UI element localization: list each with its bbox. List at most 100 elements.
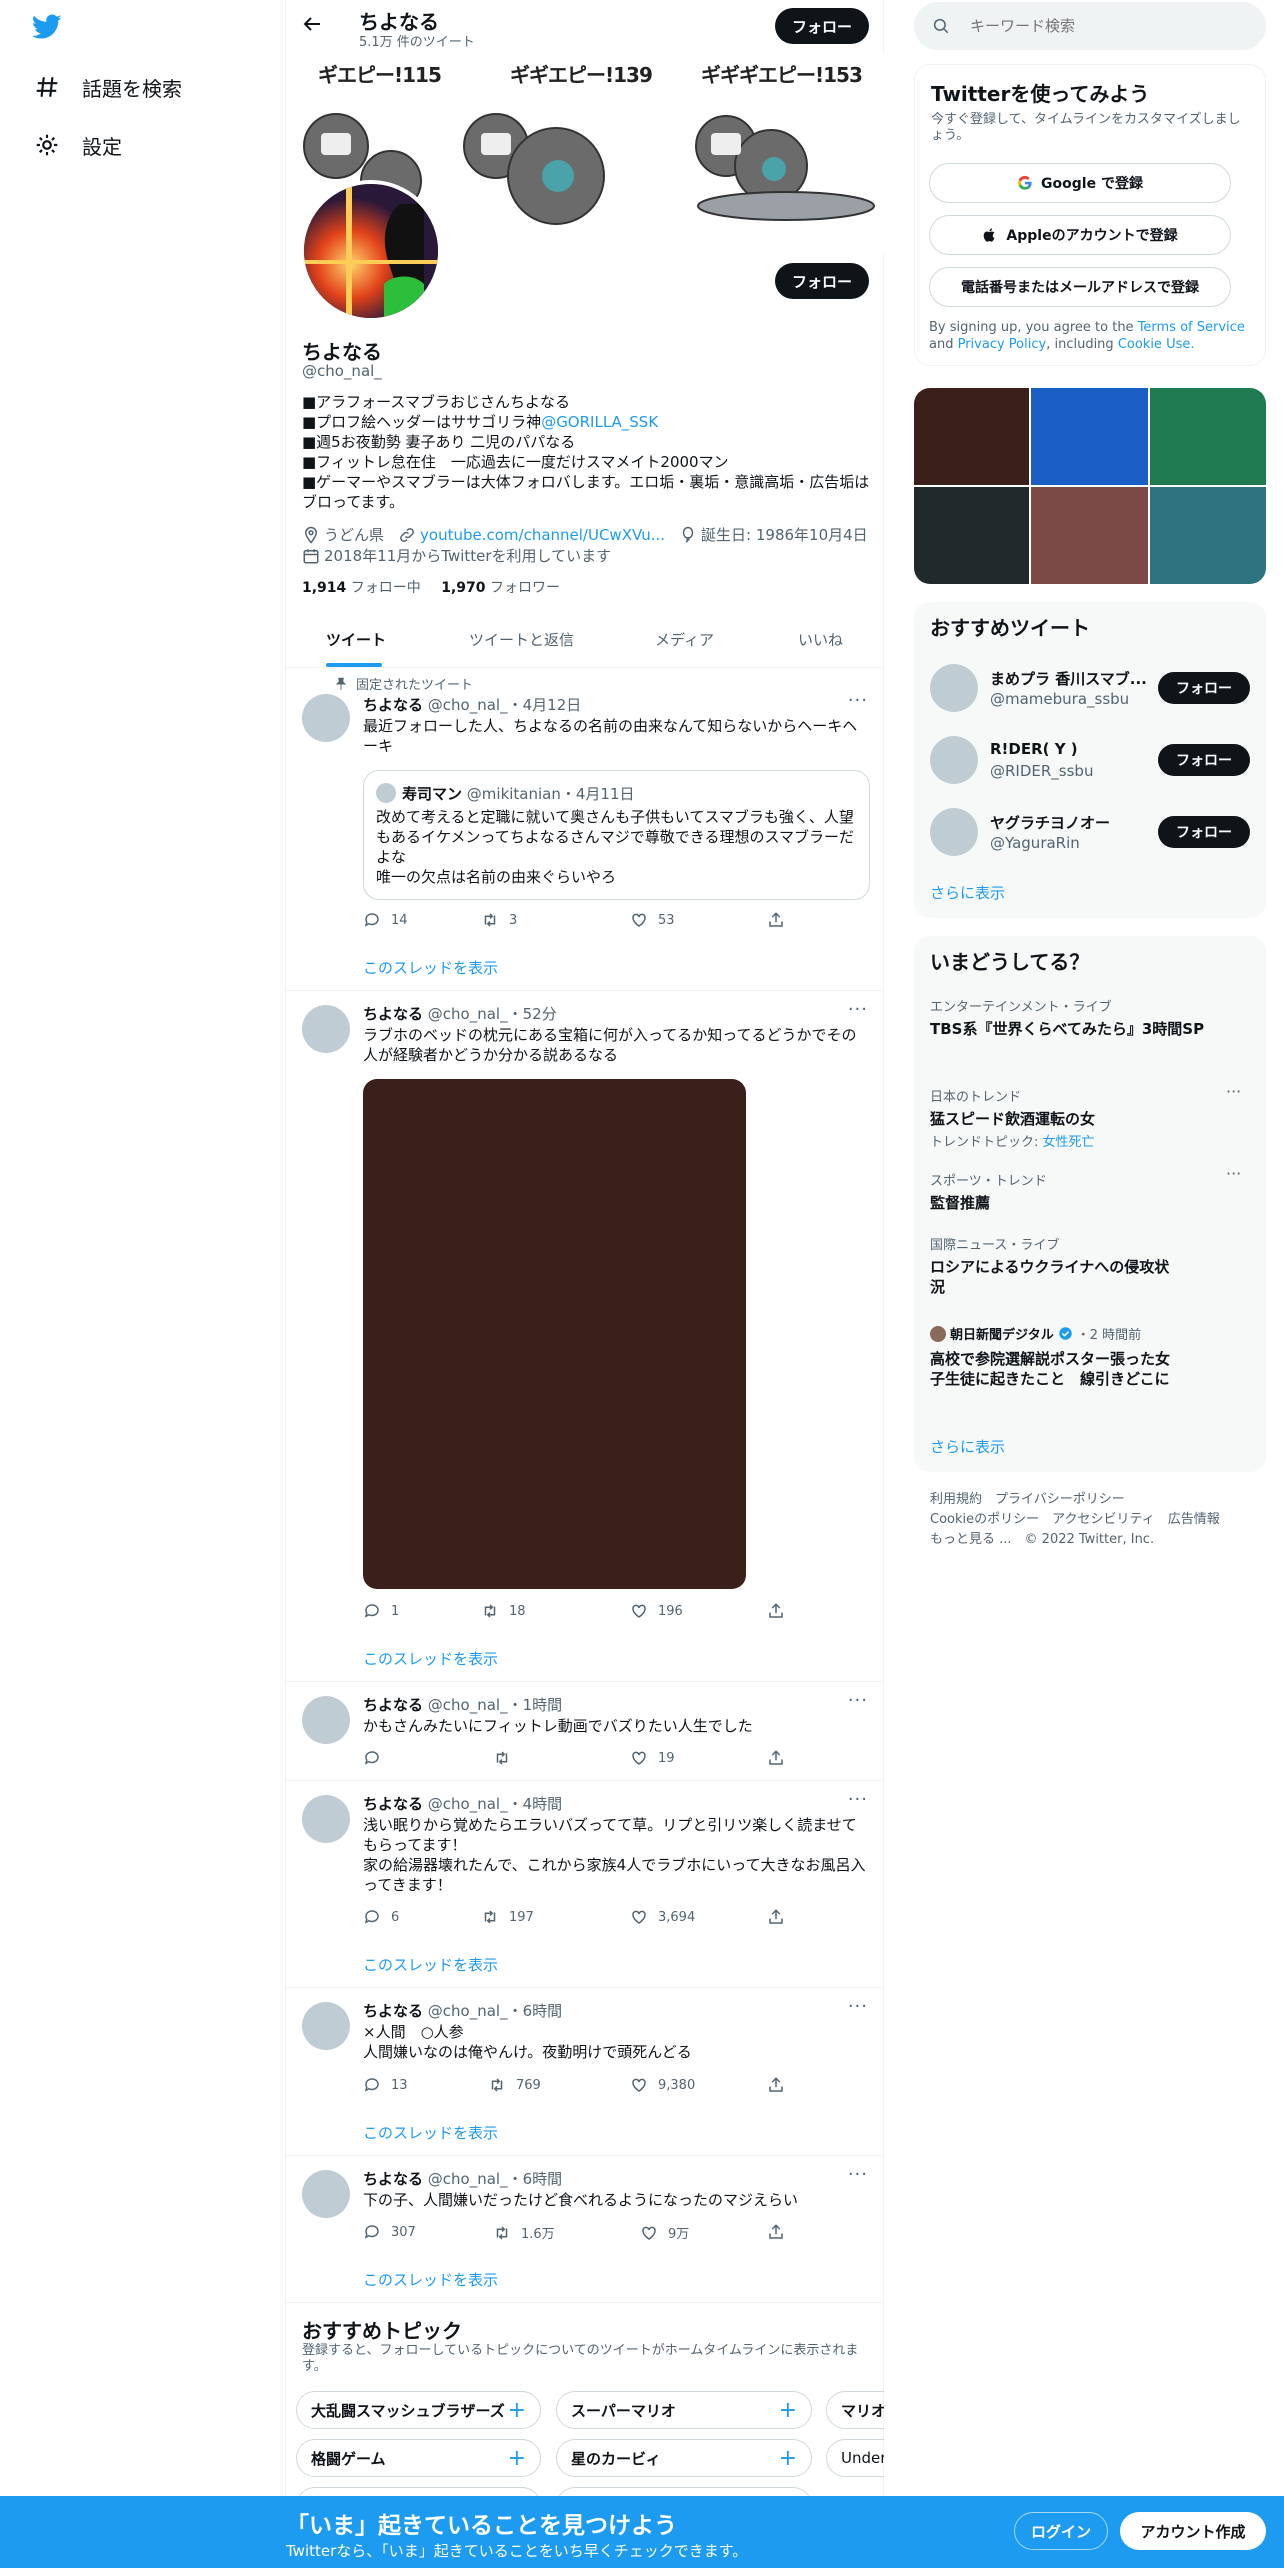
media-thumbnail[interactable] <box>1031 487 1148 584</box>
tweet-author-name[interactable]: ちよなる <box>363 696 423 714</box>
topic-chip[interactable]: 星のカービィ + <box>556 2439 812 2477</box>
topic-chip[interactable]: スーパーマリオ + <box>556 2391 812 2429</box>
login-button[interactable]: ログイン <box>1014 2512 1108 2550</box>
tweet-pinned[interactable]: 固定されたツイート ちよなる @cho_nal_・4月12日 ··· 最近フォロ… <box>286 668 884 991</box>
like-button[interactable]: 3,694 <box>630 1908 695 1926</box>
media-thumbnail[interactable] <box>1150 487 1266 584</box>
footer-link-privacy[interactable]: プライバシーポリシー <box>995 1492 1125 1507</box>
footer-link-ads[interactable]: 広告情報 <box>1168 1512 1220 1527</box>
avatar[interactable] <box>302 1696 350 1744</box>
footer-link-terms[interactable]: 利用規約 <box>930 1492 982 1507</box>
back-arrow-icon[interactable] <box>300 12 324 40</box>
more-icon[interactable]: ··· <box>848 1789 868 1810</box>
tweet-time[interactable]: ・4時間 <box>508 1795 563 1813</box>
more-icon[interactable]: ··· <box>848 690 868 711</box>
retweet-button[interactable]: 197 <box>481 1908 534 1926</box>
retweet-button[interactable]: 3 <box>481 911 517 929</box>
trend-item[interactable]: 朝日新聞デジタル ・2 時間前 高校で参院選解説ポスター張った女子生徒に起きたこ… <box>930 1324 1170 1389</box>
search-input[interactable] <box>968 16 1242 36</box>
topic-chip[interactable]: 大乱闘スマッシュブラザーズ + <box>296 2391 541 2429</box>
trends-show-more[interactable]: さらに表示 <box>930 1436 1005 1457</box>
share-button[interactable] <box>767 911 785 929</box>
tweet-author-name[interactable]: ちよなる <box>363 1696 423 1714</box>
trend-item[interactable]: エンターテインメント・ライブ TBS系『世界くらべてみたら』3時間SP <box>930 996 1250 1039</box>
footer-link-accessibility[interactable]: アクセシビリティ <box>1052 1512 1155 1527</box>
tweet-author-name[interactable]: ちよなる <box>363 2002 423 2020</box>
like-button[interactable]: 9万 <box>640 2223 689 2242</box>
more-icon[interactable]: ··· <box>848 2164 868 2185</box>
tab-tweets[interactable]: ツイート <box>326 629 386 650</box>
share-button[interactable] <box>767 2223 785 2241</box>
search-box[interactable] <box>914 2 1266 50</box>
more-icon[interactable]: ··· <box>848 1690 868 1711</box>
profile-url[interactable]: youtube.com/channel/UCwXVu... <box>398 526 665 544</box>
share-button[interactable] <box>767 1602 785 1620</box>
trend-item[interactable]: スポーツ・トレンド 監督推薦 <box>930 1170 1230 1213</box>
follow-suggestion[interactable]: R!DER( Y ) @RIDER_ssbu フォロー <box>914 726 1266 798</box>
create-account-button[interactable]: アカウント作成 <box>1120 2512 1266 2550</box>
tweet-time[interactable]: ・4月12日 <box>508 696 582 714</box>
show-thread-link[interactable]: このスレッドを表示 <box>363 957 498 978</box>
show-thread-link[interactable]: このスレッドを表示 <box>363 1648 498 1669</box>
trend-item[interactable]: 日本のトレンド 猛スピード飲酒運転の女 トレンドトピック: 女性死亡 <box>930 1086 1230 1150</box>
tab-media[interactable]: メディア <box>655 629 714 650</box>
tweet-author-name[interactable]: ちよなる <box>363 1795 423 1813</box>
tweet[interactable]: ちよなる @cho_nal_・6時間 ··· 下の子、人間嫌いだったけど食べれる… <box>286 2156 884 2303</box>
tweet[interactable]: ちよなる @cho_nal_・4時間 ··· 浅い眠りから覚めたらエラいバズって… <box>286 1781 884 1988</box>
tweet-author-name[interactable]: ちよなる <box>363 1005 423 1023</box>
reply-button[interactable]: 13 <box>363 2076 408 2094</box>
suggestion-follow-button[interactable]: フォロー <box>1158 816 1250 848</box>
avatar[interactable] <box>302 2002 350 2050</box>
followers-link[interactable]: 1,970 フォロワー <box>441 580 560 596</box>
show-thread-link[interactable]: このスレッドを表示 <box>363 2269 498 2290</box>
topic-chip[interactable] <box>556 2487 812 2496</box>
like-button[interactable]: 196 <box>630 1602 683 1620</box>
topic-chip[interactable] <box>296 2487 541 2496</box>
tweet-time[interactable]: ・6時間 <box>508 2002 563 2020</box>
nav-settings[interactable]: 設定 <box>0 116 122 174</box>
avatar[interactable] <box>930 664 978 712</box>
like-button[interactable]: 53 <box>630 911 675 929</box>
more-icon[interactable]: ··· <box>1226 1082 1241 1101</box>
header-follow-button[interactable]: フォロー <box>775 8 869 44</box>
following-link[interactable]: 1,914 フォロー中 <box>302 580 421 596</box>
retweet-button[interactable]: 18 <box>481 1602 526 1620</box>
tweet[interactable]: ちよなる @cho_nal_・1時間 ··· かもさんみたいにフィットレ動画でバ… <box>286 1682 884 1781</box>
twitter-logo-icon[interactable] <box>31 14 62 44</box>
retweet-button[interactable] <box>493 1749 511 1767</box>
tweet-image[interactable] <box>363 1079 746 1589</box>
tweet[interactable]: ちよなる @cho_nal_・6時間 ··· ×人間 ○人参 人間嫌いなのは俺や… <box>286 1988 884 2156</box>
nav-explore[interactable]: 話題を検索 <box>0 58 182 116</box>
avatar[interactable] <box>302 2170 350 2218</box>
media-thumbnail[interactable] <box>914 487 1029 584</box>
reply-button[interactable] <box>363 1749 381 1767</box>
google-signup-button[interactable]: Google で登録 <box>929 163 1231 203</box>
footer-link-cookie[interactable]: Cookieのポリシー <box>930 1512 1039 1527</box>
trend-topic-link[interactable]: 女性死亡 <box>1043 1135 1095 1150</box>
bio-mention-link[interactable]: @GORILLA_SSK <box>541 413 658 431</box>
media-thumbnail[interactable] <box>1031 388 1148 485</box>
more-icon[interactable]: ··· <box>848 999 868 1020</box>
tweet-time[interactable]: ・6時間 <box>508 2170 563 2188</box>
avatar[interactable] <box>302 1795 350 1843</box>
reply-button[interactable]: 307 <box>363 2223 416 2241</box>
media-thumbnail[interactable] <box>1150 388 1266 485</box>
share-button[interactable] <box>767 2076 785 2094</box>
privacy-link[interactable]: Privacy Policy <box>958 337 1047 352</box>
reply-button[interactable]: 1 <box>363 1602 399 1620</box>
trend-item[interactable]: 国際ニュース・ライブ ロシアによるウクライナへの侵攻状況 <box>930 1234 1170 1297</box>
profile-follow-button[interactable]: フォロー <box>775 263 869 299</box>
tweet-author-name[interactable]: ちよなる <box>363 2170 423 2188</box>
show-thread-link[interactable]: このスレッドを表示 <box>363 2122 498 2143</box>
tweet-time[interactable]: ・1時間 <box>508 1696 563 1714</box>
reply-button[interactable]: 6 <box>363 1908 399 1926</box>
more-icon[interactable]: ··· <box>1226 1164 1241 1183</box>
tab-tweets-replies[interactable]: ツイートと返信 <box>469 629 574 650</box>
show-thread-link[interactable]: このスレッドを表示 <box>363 1954 498 1975</box>
like-button[interactable]: 9,380 <box>630 2076 695 2094</box>
more-icon[interactable]: ··· <box>848 1996 868 2017</box>
share-button[interactable] <box>767 1908 785 1926</box>
suggestion-follow-button[interactable]: フォロー <box>1158 744 1250 776</box>
tab-likes[interactable]: いいね <box>798 629 843 650</box>
reply-button[interactable]: 14 <box>363 911 408 929</box>
